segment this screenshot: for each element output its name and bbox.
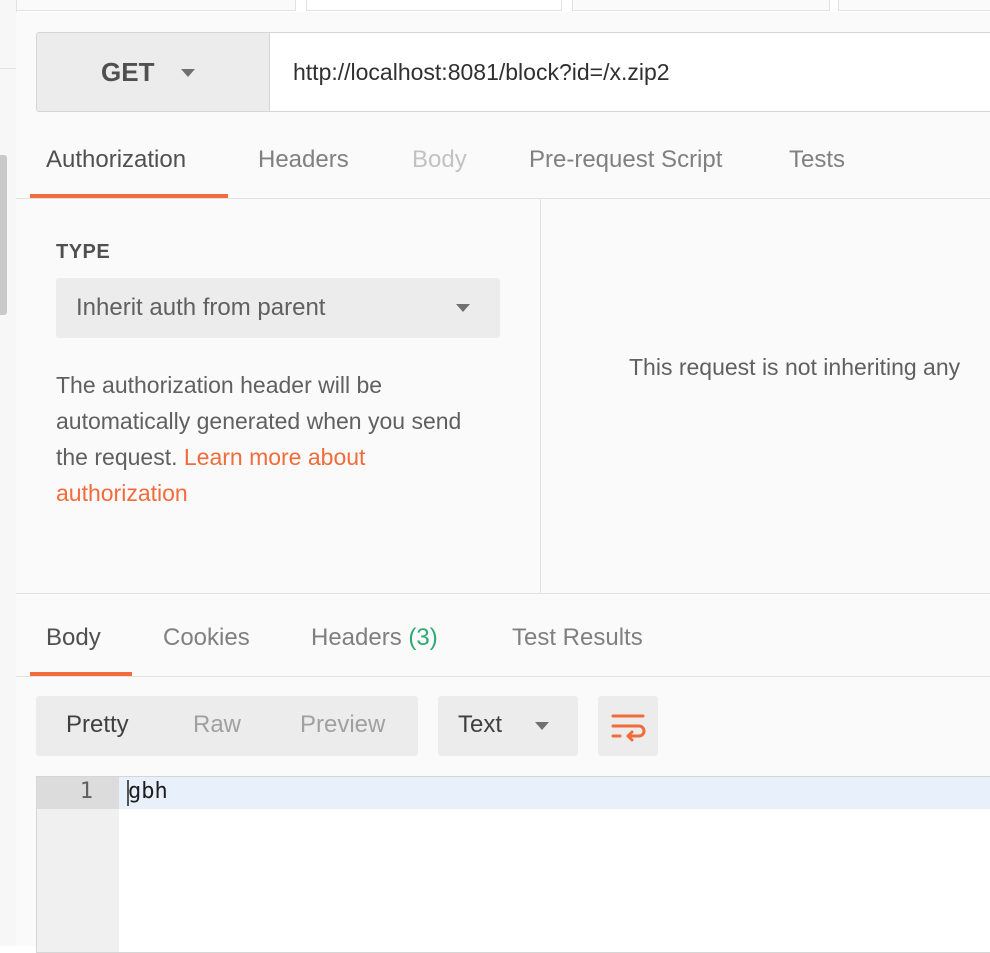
tab-pre-request-script[interactable]: Pre-request Script bbox=[529, 146, 722, 174]
auth-type-select[interactable]: Inherit auth from parent bbox=[56, 278, 500, 338]
chevron-down-icon bbox=[456, 304, 470, 312]
method-label: GET bbox=[101, 57, 155, 87]
chevron-down-icon bbox=[181, 69, 195, 77]
sidebar-edge bbox=[0, 0, 17, 946]
auth-type-value: Inherit auth from parent bbox=[76, 294, 326, 321]
tab-response-headers-label: Headers bbox=[311, 624, 402, 651]
request-tab[interactable] bbox=[16, 0, 296, 11]
request-tab[interactable] bbox=[306, 0, 562, 11]
active-line-highlight bbox=[119, 777, 990, 809]
url-input[interactable] bbox=[271, 33, 990, 111]
authorization-panel: TYPE Inherit auth from parent The author… bbox=[16, 199, 990, 594]
tab-response-headers[interactable]: Headers (3) bbox=[311, 624, 438, 652]
tab-cookies[interactable]: Cookies bbox=[163, 624, 250, 652]
sidebar-divider bbox=[0, 68, 16, 69]
wrap-lines-button[interactable] bbox=[598, 696, 658, 756]
chevron-down-icon bbox=[535, 722, 549, 730]
tab-tests[interactable]: Tests bbox=[789, 146, 845, 174]
response-tabs: Body Cookies Headers (3) Test Results bbox=[16, 610, 990, 677]
request-workspace: GET Authorization Headers Body Pre-reque… bbox=[16, 12, 990, 953]
request-tabs: Authorization Headers Body Pre-request S… bbox=[16, 132, 990, 199]
response-body-editor[interactable]: 1 gbh bbox=[36, 776, 990, 953]
wrap-lines-icon bbox=[611, 714, 646, 742]
tab-response-body[interactable]: Body bbox=[46, 624, 101, 652]
tab-authorization[interactable]: Authorization bbox=[46, 146, 186, 174]
request-tab[interactable] bbox=[838, 0, 990, 11]
active-tab-indicator bbox=[30, 672, 132, 676]
inherit-message: This request is not inheriting any bbox=[629, 354, 961, 380]
response-body-text: gbh bbox=[128, 779, 168, 804]
active-tab-indicator bbox=[30, 194, 228, 198]
mode-preview[interactable]: Preview bbox=[300, 711, 385, 739]
auth-description: The authorization header will be automat… bbox=[56, 367, 496, 511]
tab-body[interactable]: Body bbox=[412, 146, 467, 174]
request-url-bar: GET bbox=[36, 32, 990, 112]
auth-type-column: TYPE Inherit auth from parent The author… bbox=[16, 199, 541, 593]
mode-raw[interactable]: Raw bbox=[193, 711, 241, 739]
line-number-gutter: 1 bbox=[37, 777, 119, 952]
tab-test-results[interactable]: Test Results bbox=[512, 624, 643, 652]
format-select[interactable]: Text bbox=[438, 696, 578, 756]
request-tab[interactable] bbox=[572, 0, 830, 11]
headers-count-badge: (3) bbox=[408, 624, 438, 651]
method-select[interactable]: GET bbox=[37, 33, 270, 111]
sidebar-scrollbar[interactable] bbox=[0, 155, 7, 315]
view-mode-segmented: Pretty Raw Preview bbox=[36, 696, 418, 756]
request-tab-strip bbox=[16, 0, 990, 12]
tab-headers[interactable]: Headers bbox=[258, 146, 349, 174]
line-number: 1 bbox=[79, 779, 93, 804]
active-line-gutter bbox=[37, 777, 119, 809]
auth-type-label: TYPE bbox=[56, 241, 111, 263]
mode-pretty[interactable]: Pretty bbox=[66, 711, 129, 739]
format-label: Text bbox=[458, 711, 503, 738]
